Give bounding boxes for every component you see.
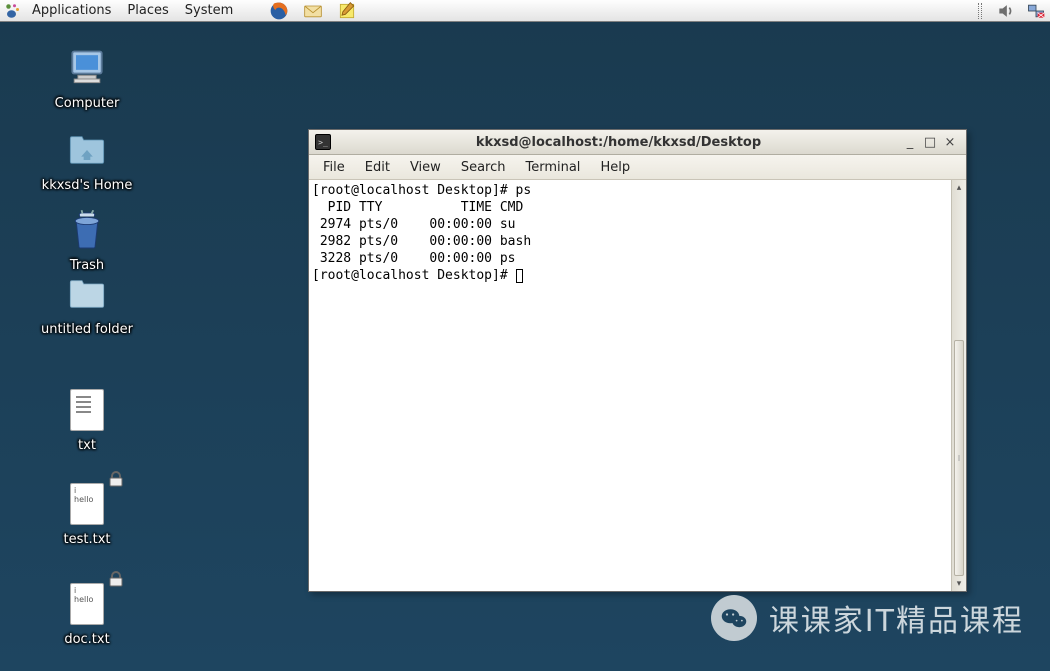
- watermark-text: 课课家IT精品课程: [769, 596, 1024, 640]
- menu-places[interactable]: Places: [119, 1, 176, 20]
- panel-right: [978, 1, 1046, 21]
- desktop-icon-untitled-folder[interactable]: untitled folder: [22, 270, 152, 337]
- scroll-up-icon[interactable]: ▴: [952, 180, 966, 195]
- menu-applications[interactable]: Applications: [24, 1, 119, 20]
- desktop-icon-txt[interactable]: txt: [22, 386, 152, 453]
- text-file-icon: [63, 386, 111, 434]
- firefox-icon[interactable]: [269, 1, 289, 21]
- desktop-icon-label: kkxsd's Home: [42, 178, 133, 193]
- watermark: 课课家IT精品课程: [711, 595, 1024, 641]
- terminal-menubar: File Edit View Search Terminal Help: [309, 155, 966, 180]
- menu-system[interactable]: System: [177, 1, 241, 20]
- terminal-cursor: [516, 269, 523, 283]
- menu-terminal[interactable]: Terminal: [517, 158, 588, 177]
- close-button[interactable]: ×: [940, 135, 960, 150]
- desktop-icon-label: Computer: [55, 96, 120, 111]
- desktop-icon-home[interactable]: kkxsd's Home: [22, 126, 152, 193]
- wechat-icon: [711, 595, 757, 641]
- desktop-icon-label: test.txt: [64, 532, 111, 547]
- panel-left: Applications Places System: [4, 1, 357, 21]
- panel-grip-icon: [978, 3, 982, 19]
- text-file-icon: ihello: [63, 580, 111, 628]
- minimize-button[interactable]: _: [900, 135, 920, 150]
- top-panel: Applications Places System: [0, 0, 1050, 22]
- desktop-icon-label: txt: [78, 438, 96, 453]
- menu-file[interactable]: File: [315, 158, 353, 177]
- terminal-window: >_ kkxsd@localhost:/home/kkxsd/Desktop _…: [308, 129, 967, 592]
- desktop-icon-trash[interactable]: Trash: [22, 206, 152, 273]
- trash-icon: [63, 206, 111, 254]
- terminal-body: [root@localhost Desktop]# ps PID TTY TIM…: [309, 180, 966, 591]
- menu-view[interactable]: View: [402, 158, 449, 177]
- lock-icon: [107, 470, 125, 488]
- desktop[interactable]: Computer kkxsd's Home Trash untitled fol…: [0, 22, 1050, 671]
- vertical-scrollbar[interactable]: ▴ ▾: [951, 180, 966, 591]
- sound-icon[interactable]: [996, 1, 1016, 21]
- terminal-titlebar[interactable]: >_ kkxsd@localhost:/home/kkxsd/Desktop _…: [309, 130, 966, 155]
- terminal-output[interactable]: [root@localhost Desktop]# ps PID TTY TIM…: [309, 180, 951, 591]
- desktop-icon-doc-txt[interactable]: ihello doc.txt: [22, 580, 152, 647]
- panel-launchers: [269, 1, 357, 21]
- desktop-icon-label: untitled folder: [41, 322, 133, 337]
- email-icon[interactable]: [303, 1, 323, 21]
- menu-help[interactable]: Help: [592, 158, 638, 177]
- scroll-down-icon[interactable]: ▾: [952, 576, 966, 591]
- desktop-icon-test-txt[interactable]: ihello test.txt: [22, 480, 152, 547]
- menu-search[interactable]: Search: [453, 158, 514, 177]
- lock-icon: [107, 570, 125, 588]
- maximize-button[interactable]: □: [920, 135, 940, 150]
- desktop-icon-label: doc.txt: [64, 632, 109, 647]
- menu-edit[interactable]: Edit: [357, 158, 398, 177]
- computer-icon: [63, 44, 111, 92]
- gnome-foot-icon[interactable]: [4, 2, 22, 20]
- network-icon[interactable]: [1026, 1, 1046, 21]
- notes-icon[interactable]: [337, 1, 357, 21]
- terminal-icon: >_: [315, 134, 331, 150]
- terminal-title: kkxsd@localhost:/home/kkxsd/Desktop: [337, 135, 900, 150]
- folder-icon: [63, 270, 111, 318]
- home-folder-icon: [63, 126, 111, 174]
- scroll-thumb[interactable]: [954, 340, 964, 576]
- desktop-icon-computer[interactable]: Computer: [22, 44, 152, 111]
- text-file-icon: ihello: [63, 480, 111, 528]
